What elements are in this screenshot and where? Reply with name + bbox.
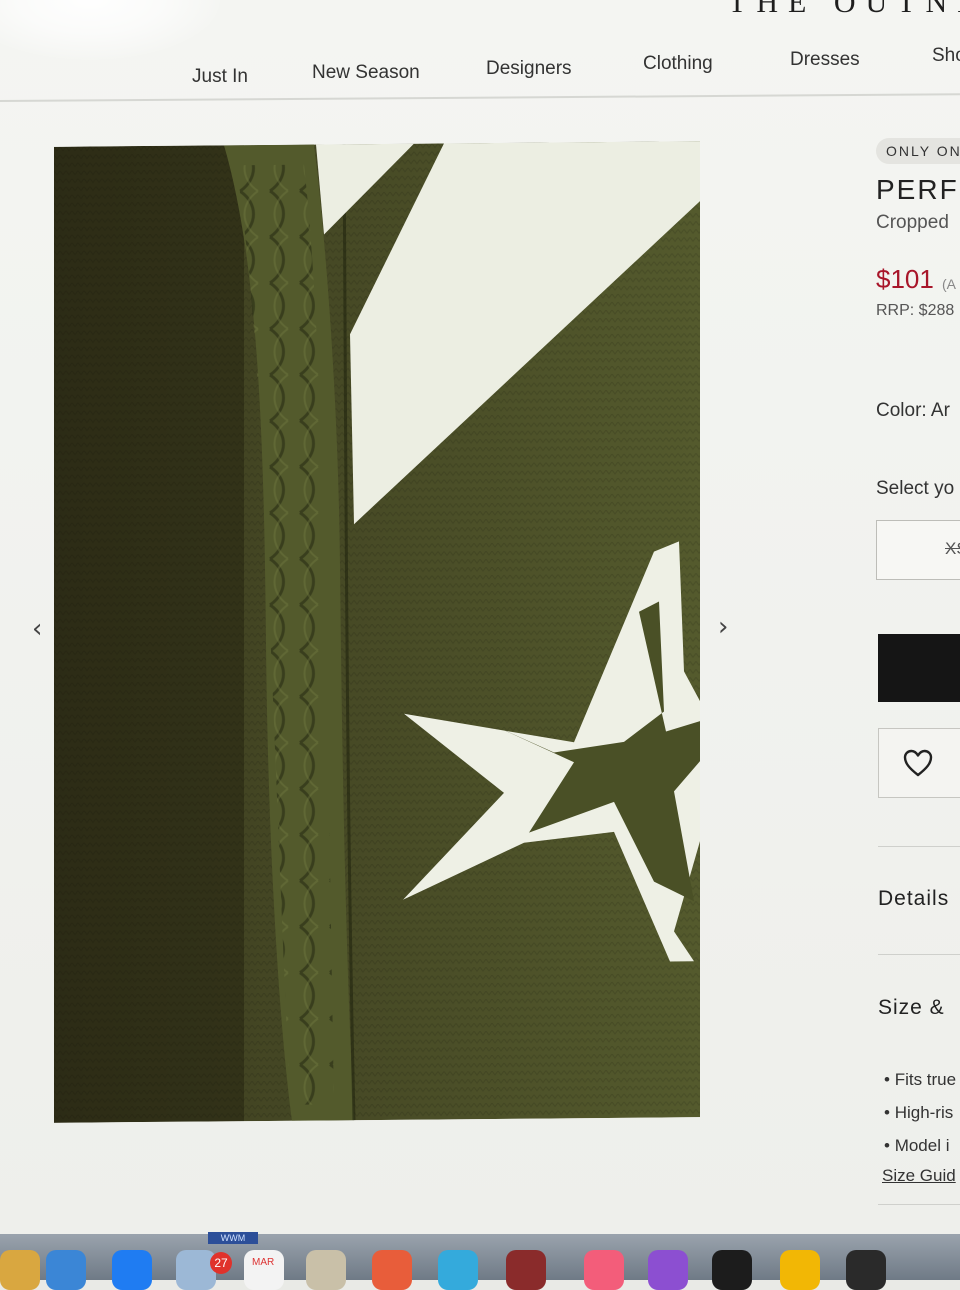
select-size-label: Select yo [876,478,955,499]
calendar-icon[interactable] [244,1250,284,1290]
details-accordion[interactable]: Details [878,887,949,911]
nav-item-new-season[interactable]: New Season [312,62,420,84]
fit-bullet: • Fits true [884,1070,957,1089]
size-guide-link[interactable]: Size Guid [882,1166,956,1186]
gallery-prev-button[interactable]: ‹ [32,614,42,644]
exclusive-badge: ONLY ON [876,138,960,164]
nav-item-clothing[interactable]: Clothing [643,53,713,75]
price-note: (A [942,276,956,292]
mail-icon[interactable] [176,1250,216,1290]
photo-booth-icon[interactable] [372,1250,412,1290]
site-logo[interactable]: THE OUTNET [728,0,960,20]
product-image[interactable] [54,141,700,1123]
skype-icon[interactable] [46,1250,86,1290]
finder-icon[interactable] [0,1250,40,1290]
divider [878,1204,960,1205]
nav-item-just-in[interactable]: Just In [192,66,248,88]
nav-item-dresses[interactable]: Dresses [790,49,860,71]
browser-viewport: THE OUTNET Just In New Season Designers … [0,0,960,1240]
safari-icon[interactable] [438,1250,478,1290]
fit-bullet: • Model i [884,1136,950,1155]
product-subtitle: Cropped [876,212,949,233]
add-to-bag-button[interactable] [878,634,960,702]
sweater-photo [54,141,700,1123]
product-rrp: RRP: $288 [876,302,955,319]
music-icon[interactable] [584,1250,624,1290]
notes-icon[interactable] [780,1250,820,1290]
product-title: PERFE [876,174,960,205]
gallery-next-button[interactable]: › [718,612,728,642]
chevron-left-icon: ‹ [32,614,43,644]
calendar-month: MAR [252,1257,275,1268]
nav-item-designers[interactable]: Designers [486,58,572,80]
dock-top-label: WWM [208,1232,258,1244]
app-store-icon[interactable] [112,1250,152,1290]
nav-item-shop[interactable]: Sho [932,45,960,67]
tv-icon[interactable] [712,1250,752,1290]
fit-bullet: • High-ris [884,1103,954,1122]
photo-app-icon[interactable] [506,1250,546,1290]
size-fit-accordion[interactable]: Size & [878,996,945,1020]
color-label: Color: Ar [876,400,950,421]
size-option-label: XS [945,539,960,558]
preview-icon[interactable] [306,1250,346,1290]
wishlist-button[interactable] [878,728,960,798]
divider [878,954,960,955]
divider [878,846,960,847]
product-price: $101 [876,264,934,294]
heart-icon [903,749,933,777]
main-nav: Just In New Season Designers Clothing Dr… [0,40,960,100]
podcasts-icon[interactable] [648,1250,688,1290]
chevron-right-icon: › [718,612,729,642]
notification-badge: 27 [210,1252,232,1274]
stocks-icon[interactable] [846,1250,886,1290]
size-option-xs[interactable]: XS [876,520,960,580]
